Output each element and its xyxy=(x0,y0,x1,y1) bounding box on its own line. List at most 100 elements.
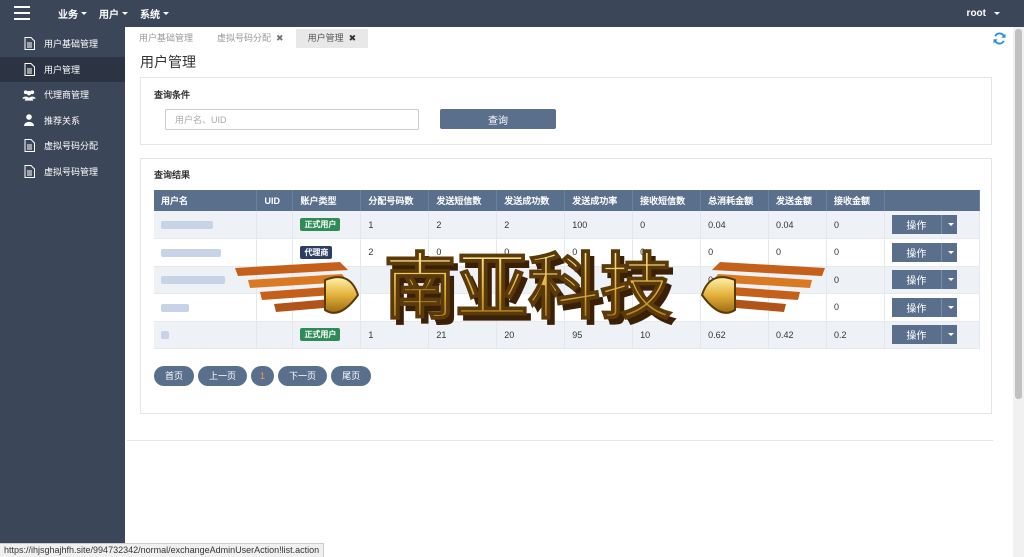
chevron-down-icon xyxy=(947,305,954,309)
refresh-icon[interactable] xyxy=(993,32,1006,45)
current-page-button[interactable]: 1 xyxy=(251,366,275,386)
action-button[interactable]: 操作 xyxy=(891,215,941,234)
nav-system-menu[interactable]: 系统 xyxy=(140,6,169,21)
action-dropdown-toggle[interactable] xyxy=(940,242,957,262)
cell-received: 0 xyxy=(632,211,702,239)
document-icon xyxy=(22,139,36,153)
watermark-text: 南亚科技 xyxy=(384,245,672,329)
table-row: 正式用户 1 2 2 100 0 0.04 0.04 0 操作 xyxy=(154,211,981,239)
cell-receive-amount: 0 xyxy=(826,211,885,239)
col-actions xyxy=(884,190,981,211)
chevron-down-icon xyxy=(81,12,87,15)
action-button-group: 操作 xyxy=(891,270,957,290)
user-icon xyxy=(22,113,36,127)
sidebar-item-label: 推荐关系 xyxy=(44,115,81,126)
cell-rate: 100 xyxy=(564,211,634,239)
close-icon[interactable]: ✖ xyxy=(276,29,284,48)
nav-system-label: 系统 xyxy=(140,10,160,21)
cell-actions: 操作 xyxy=(884,266,981,294)
user-account-menu[interactable]: root xyxy=(967,0,1000,27)
pagination: 首页 上一页 1 下一页 尾页 xyxy=(154,366,375,386)
cell-total: 0.04 xyxy=(700,211,770,239)
sidebar-item-label: 虚拟号码管理 xyxy=(44,166,99,177)
username: root xyxy=(966,8,986,19)
action-dropdown-toggle[interactable] xyxy=(940,270,957,290)
col-sms-received: 接收短信数 xyxy=(632,190,702,211)
action-dropdown-toggle[interactable] xyxy=(940,297,957,317)
tab-virtual-number-assign[interactable]: 虚拟号码分配 ✖ xyxy=(205,29,296,48)
sidebar-item-label: 代理商管理 xyxy=(44,90,90,101)
col-total-cost: 总消耗金额 xyxy=(700,190,770,211)
chevron-down-icon xyxy=(947,278,954,282)
sidebar: 用户基础管理 用户管理 代理商管理 推荐关系 虚拟号码分配 虚拟号码管理 xyxy=(0,27,125,557)
col-account-type: 账户类型 xyxy=(292,190,362,211)
col-sent-success: 发送成功数 xyxy=(496,190,566,211)
status-bar-url: https://ihjsghajhfh.site/994732342/norma… xyxy=(0,543,325,557)
chevron-down-icon xyxy=(994,12,1000,15)
action-button[interactable]: 操作 xyxy=(891,242,941,262)
left-wing-icon xyxy=(235,262,360,314)
query-panel: 查询条件 查询 xyxy=(140,77,992,145)
next-page-button[interactable]: 下一页 xyxy=(278,366,328,386)
sidebar-item-virtual-number-manage[interactable]: 虚拟号码管理 xyxy=(0,159,125,185)
action-dropdown-toggle[interactable] xyxy=(940,325,957,345)
prev-page-button[interactable]: 上一页 xyxy=(198,366,248,386)
close-icon[interactable]: ✖ xyxy=(349,29,357,48)
nav-user-menu[interactable]: 用户 xyxy=(99,6,128,21)
action-dropdown-toggle[interactable] xyxy=(940,215,957,234)
vertical-scrollbar[interactable] xyxy=(1013,27,1024,557)
chevron-down-icon xyxy=(947,223,954,226)
col-success-rate: 发送成功率 xyxy=(564,190,634,211)
chevron-down-icon xyxy=(947,333,954,337)
tab-user-management[interactable]: 用户管理 ✖ xyxy=(295,29,369,48)
chevron-down-icon xyxy=(163,12,169,15)
redacted-username xyxy=(161,248,221,257)
scrollbar-thumb[interactable] xyxy=(1015,29,1022,399)
search-input[interactable] xyxy=(165,109,419,130)
col-uid: UID xyxy=(256,190,294,211)
query-panel-title: 查询条件 xyxy=(154,90,191,100)
tab-user-basic[interactable]: 用户基础管理 xyxy=(127,29,205,48)
action-button-group: 操作 xyxy=(891,325,957,345)
chevron-down-icon xyxy=(122,12,128,15)
content-divider xyxy=(127,440,993,441)
status-badge: 正式用户 xyxy=(300,218,341,231)
cell-sent: 2 xyxy=(428,211,498,239)
cell-actions: 操作 xyxy=(884,321,981,349)
cell-receive-amount: 0 xyxy=(826,293,885,322)
col-receive-amount: 接收金额 xyxy=(826,190,885,211)
tab-label: 用户基础管理 xyxy=(139,33,194,43)
sidebar-item-agent-management[interactable]: 代理商管理 xyxy=(0,82,125,108)
cell-receive-amount: 0 xyxy=(826,266,885,294)
hamburger-menu-icon[interactable] xyxy=(14,6,30,20)
action-button[interactable]: 操作 xyxy=(891,297,941,317)
cell-assigned: 1 xyxy=(360,211,430,239)
cell-success: 2 xyxy=(496,211,566,239)
redacted-username xyxy=(161,276,225,285)
right-wing-icon xyxy=(700,262,825,314)
action-button[interactable]: 操作 xyxy=(891,325,941,345)
query-button[interactable]: 查询 xyxy=(440,109,556,129)
first-page-button[interactable]: 首页 xyxy=(154,366,195,386)
nav-business-menu[interactable]: 业务 xyxy=(58,6,87,21)
sidebar-item-referral[interactable]: 推荐关系 xyxy=(0,108,125,134)
cell-send-amount: 0.04 xyxy=(768,211,827,239)
nav-user-label: 用户 xyxy=(99,10,119,21)
last-page-button[interactable]: 尾页 xyxy=(331,366,372,386)
page-tabs: 用户基础管理 虚拟号码分配 ✖ 用户管理 ✖ xyxy=(127,29,369,48)
document-icon xyxy=(22,164,36,178)
cell-actions: 操作 xyxy=(884,293,981,322)
sidebar-item-user-management[interactable]: 用户管理 xyxy=(0,56,125,82)
document-icon xyxy=(22,37,36,51)
chevron-down-icon xyxy=(947,250,954,254)
sidebar-item-user-basic[interactable]: 用户基础管理 xyxy=(0,31,125,57)
tab-label: 虚拟号码分配 xyxy=(217,33,272,43)
redacted-username xyxy=(161,331,169,340)
col-username: 用户名 xyxy=(154,190,258,211)
sidebar-item-label: 用户基础管理 xyxy=(44,39,99,50)
document-icon xyxy=(22,62,36,76)
action-button[interactable]: 操作 xyxy=(891,270,941,290)
cell-username xyxy=(154,211,258,239)
action-button-group: 操作 xyxy=(891,215,957,234)
sidebar-item-virtual-number-assign[interactable]: 虚拟号码分配 xyxy=(0,133,125,159)
